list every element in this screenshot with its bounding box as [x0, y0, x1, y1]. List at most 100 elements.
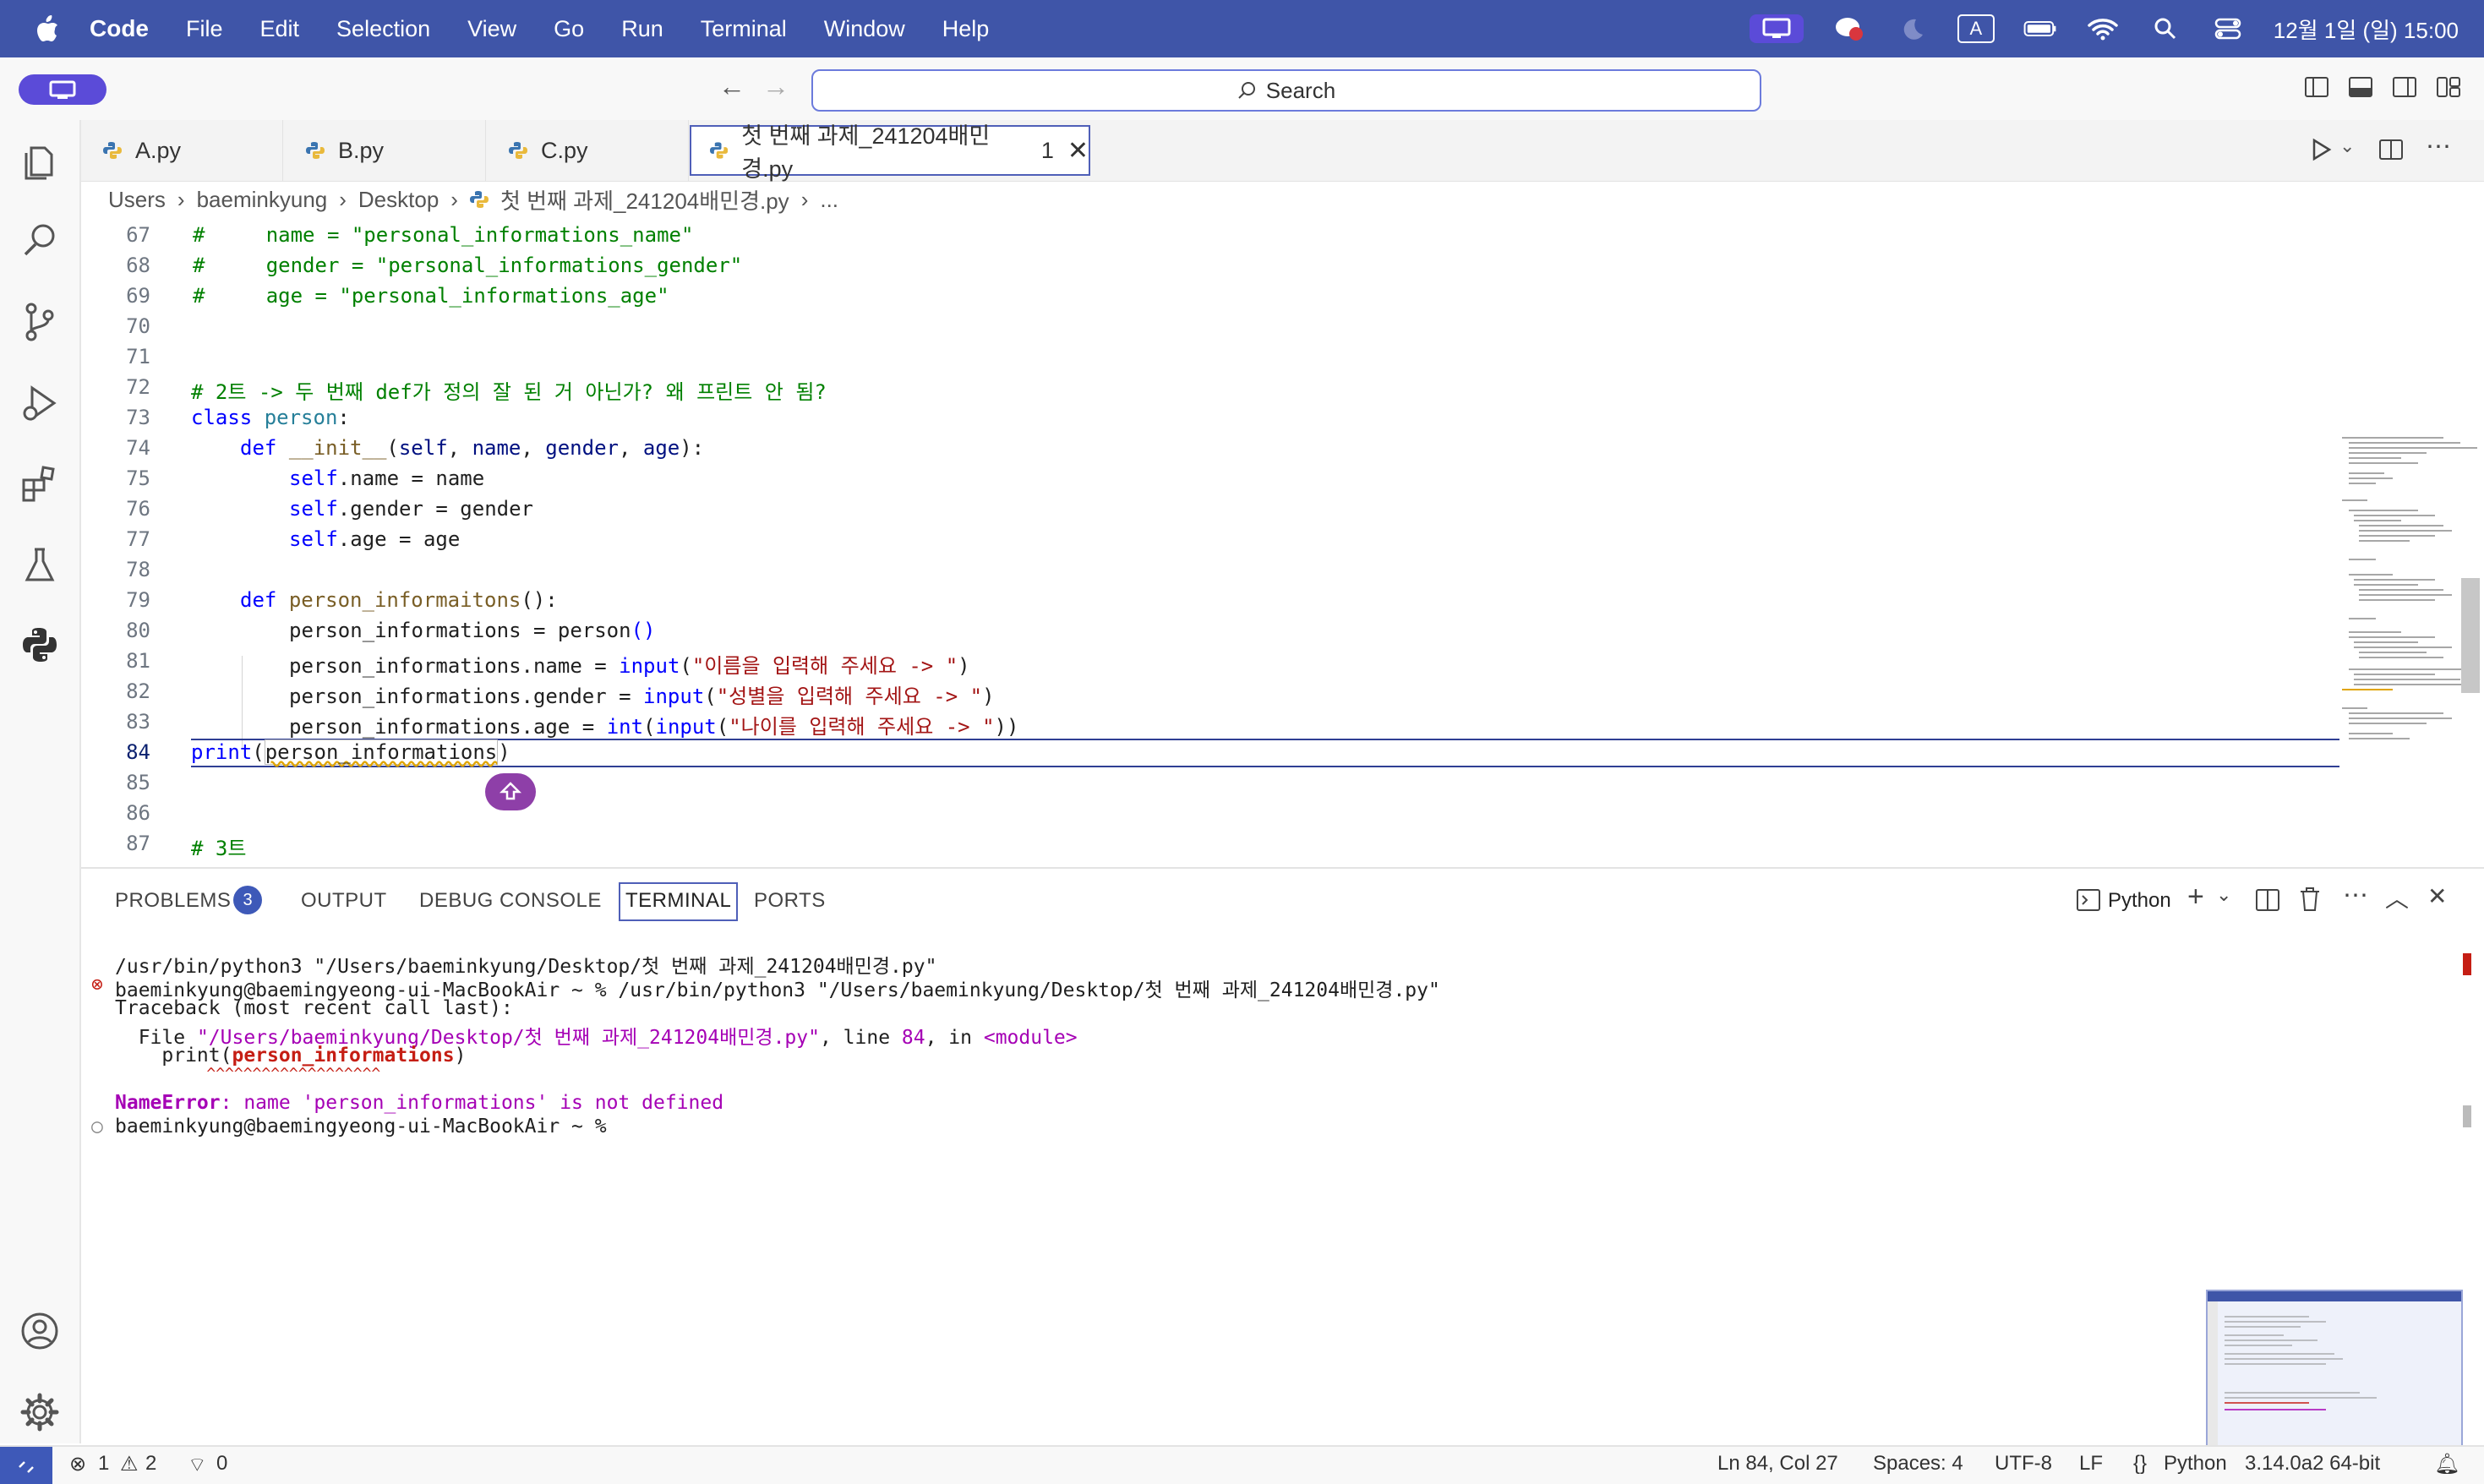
run-dropdown-chevron-icon[interactable]: ⌄: [2339, 135, 2355, 157]
screenshot-thumbnail[interactable]: [2206, 1290, 2463, 1459]
close-tab-icon[interactable]: ✕: [1067, 136, 1089, 166]
tab-a-py[interactable]: A.py: [81, 120, 283, 181]
python-icon[interactable]: [12, 617, 68, 673]
cursor-position[interactable]: Ln 84, Col 27: [1717, 1452, 1838, 1476]
code-comment: # age = "personal_informations_age": [193, 284, 669, 308]
terminal-shell-label[interactable]: Python: [2108, 889, 2171, 913]
split-editor-icon[interactable]: [2378, 137, 2404, 162]
control-center-icon[interactable]: [2211, 14, 2245, 43]
ports-count[interactable]: 0: [216, 1452, 227, 1476]
editor-tab-bar: A.py B.py C.py 첫 번째 과제_241204배민경.py 1 ✕ …: [81, 120, 2484, 182]
toggle-secondary-sidebar-icon[interactable]: [2392, 74, 2417, 100]
code-line: # 2트 -> 두 번째 def가 정의 잘 된 거 아닌가? 왜 프린트 안 …: [191, 375, 827, 405]
breadcrumb-item[interactable]: 첫 번째 과제_241204배민경.py: [500, 184, 789, 216]
maximize-panel-chevron-icon[interactable]: ︿: [2385, 881, 2409, 914]
menu-run[interactable]: Run: [621, 16, 663, 42]
new-terminal-plus-icon[interactable]: +: [2187, 881, 2204, 914]
breadcrumb-item[interactable]: baeminkyung: [197, 187, 328, 213]
extensions-icon[interactable]: [12, 456, 68, 512]
line-number: 78: [126, 558, 150, 581]
python-file-icon: [509, 142, 527, 159]
tab-active-file[interactable]: 첫 번째 과제_241204배민경.py 1 ✕: [690, 123, 1090, 182]
menu-window[interactable]: Window: [824, 16, 905, 42]
line-number: 67: [126, 223, 150, 247]
customize-layout-icon[interactable]: [2436, 74, 2461, 100]
tab-terminal[interactable]: TERMINAL: [619, 882, 739, 921]
app-name-menu[interactable]: Code: [90, 15, 149, 42]
line-number: 73: [126, 406, 150, 429]
tab-output[interactable]: OUTPUT: [301, 889, 387, 913]
run-python-file-icon[interactable]: [2309, 137, 2334, 162]
tab-debug-console[interactable]: DEBUG CONSOLE: [419, 889, 602, 913]
tab-b-py[interactable]: B.py: [284, 120, 486, 181]
error-count[interactable]: 1: [98, 1452, 109, 1476]
terminal-prompt[interactable]: baeminkyung@baemingyeong-ui-MacBookAir ~…: [115, 1116, 618, 1138]
menu-go[interactable]: Go: [554, 16, 584, 42]
close-panel-icon[interactable]: ✕: [2427, 882, 2447, 910]
input-source-icon[interactable]: A: [1957, 14, 1995, 43]
tab-problems[interactable]: PROBLEMS: [115, 889, 231, 913]
go-back-icon[interactable]: ←: [718, 71, 745, 102]
chat-notification-icon[interactable]: [1832, 14, 1866, 43]
menu-help[interactable]: Help: [942, 16, 990, 42]
more-actions-icon[interactable]: ⋯: [2426, 132, 2451, 161]
menubar-clock[interactable]: 12월 1일 (일) 15:00: [2274, 14, 2459, 45]
breadcrumb-item[interactable]: Users: [108, 187, 166, 213]
line-number: 81: [126, 649, 150, 673]
menu-terminal[interactable]: Terminal: [701, 16, 787, 42]
run-and-debug-icon[interactable]: [12, 375, 68, 431]
warning-icon[interactable]: ⚠: [120, 1452, 139, 1476]
toggle-primary-sidebar-icon[interactable]: [2304, 74, 2329, 100]
terminal-scrollbar-thumb[interactable]: [2463, 1105, 2471, 1127]
menu-selection[interactable]: Selection: [336, 16, 430, 42]
breadcrumb-item[interactable]: Desktop: [358, 187, 439, 213]
file-encoding[interactable]: UTF-8: [1995, 1452, 2052, 1476]
code-line: self.age = age: [289, 527, 461, 551]
spotlight-search-icon[interactable]: [2148, 14, 2182, 43]
line-number-current: 84: [126, 740, 150, 764]
focus-moon-icon[interactable]: [1895, 14, 1929, 43]
menu-view[interactable]: View: [467, 16, 516, 42]
notifications-bell-icon[interactable]: 🔔︎: [2434, 1452, 2459, 1476]
accounts-profile-button[interactable]: [19, 74, 106, 105]
code-editor[interactable]: 67 68 69 70 71 72 73 74 75 76 77 78 79 8…: [81, 216, 2484, 867]
source-control-icon[interactable]: [12, 294, 68, 350]
end-of-line[interactable]: LF: [2079, 1452, 2103, 1476]
search-view-icon[interactable]: [12, 213, 68, 269]
accounts-icon[interactable]: [12, 1303, 68, 1359]
editor-scrollbar-thumb[interactable]: [2461, 578, 2480, 693]
line-number: 79: [126, 588, 150, 612]
panel-more-actions-icon[interactable]: ⋯: [2343, 881, 2368, 910]
indentation[interactable]: Spaces: 4: [1873, 1452, 1963, 1476]
manage-gear-icon[interactable]: [12, 1384, 68, 1440]
wifi-icon[interactable]: [2086, 14, 2120, 43]
explorer-icon[interactable]: [12, 134, 68, 189]
line-number: 74: [126, 436, 150, 460]
chevron-right-icon: ›: [339, 186, 347, 212]
tab-ports[interactable]: PORTS: [754, 889, 826, 913]
warning-count[interactable]: 2: [145, 1452, 156, 1476]
kill-terminal-trash-icon[interactable]: [2297, 886, 2323, 913]
screen-mirroring-icon[interactable]: [1749, 14, 1804, 43]
breadcrumb-item[interactable]: ...: [820, 187, 838, 213]
toggle-panel-icon[interactable]: [2348, 74, 2373, 100]
menu-file[interactable]: File: [186, 16, 223, 42]
battery-icon[interactable]: [2023, 14, 2057, 43]
tab-c-py[interactable]: C.py: [487, 120, 689, 181]
errors-icon[interactable]: ⊗: [69, 1452, 86, 1476]
ports-forwarded-icon[interactable]: ⌔: [188, 1452, 207, 1477]
python-interpreter[interactable]: 3.14.0a2 64-bit: [2245, 1452, 2380, 1476]
testing-flask-icon[interactable]: [12, 537, 68, 593]
split-terminal-icon[interactable]: [2255, 887, 2280, 913]
chevron-right-icon: ›: [800, 186, 809, 212]
go-forward-icon[interactable]: →: [762, 71, 789, 102]
apple-icon[interactable]: [30, 12, 64, 46]
language-mode[interactable]: Python: [2164, 1452, 2227, 1476]
language-braces-icon[interactable]: {}: [2133, 1452, 2147, 1476]
floating-shift-button[interactable]: [485, 773, 536, 810]
remote-indicator-icon[interactable]: [0, 1447, 52, 1484]
command-center-search[interactable]: Search: [811, 69, 1761, 112]
line-number: 75: [126, 466, 150, 490]
menu-edit[interactable]: Edit: [260, 16, 300, 42]
terminal-dropdown-chevron-icon[interactable]: ⌄: [2216, 884, 2231, 906]
